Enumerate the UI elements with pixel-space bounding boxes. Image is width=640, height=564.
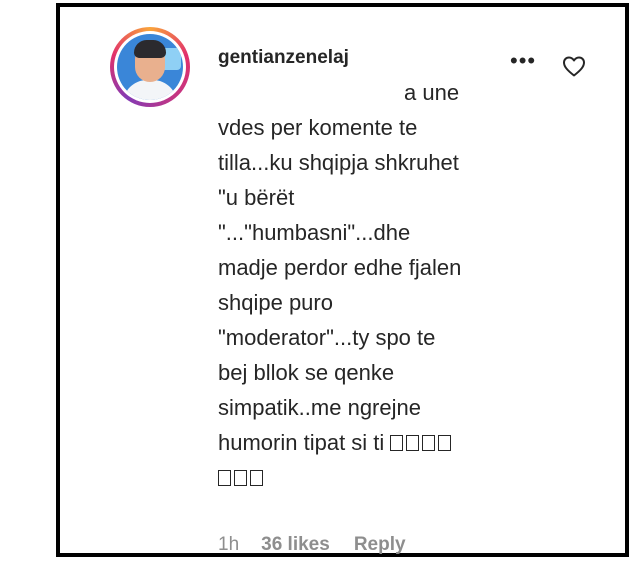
emoji-icon [406, 435, 420, 451]
comment-meta: 1h 36 likes Reply [218, 534, 406, 556]
emoji-icon [250, 470, 263, 486]
comment-line: vdes per komente te [218, 115, 418, 140]
like-count[interactable]: 36 likes [261, 534, 330, 556]
avatar-hair [134, 40, 166, 58]
comment-line: "moderator"...ty spo te [218, 325, 436, 350]
comment-line: bej bllok se qenke [218, 360, 395, 385]
comment-line: tilla...ku shqipja shkruhet [218, 150, 459, 175]
emoji-icon [438, 435, 452, 451]
avatar-ring-gap [114, 31, 186, 103]
comment-line: humorin tipat si ti [218, 430, 385, 455]
comment-username[interactable]: gentianzenelaj [218, 47, 349, 69]
comment-line: madje perdor edhe fjalen [218, 255, 462, 280]
comment-card: gentianzenelaj ••• a une vdes per komente… [56, 3, 629, 557]
avatar-photo [117, 34, 183, 100]
comment-line: "..."humbasni"...dhe [218, 220, 411, 245]
emoji-icon [422, 435, 436, 451]
more-options-icon[interactable]: ••• [510, 47, 536, 75]
emoji-icon [234, 470, 247, 486]
comment-line: simpatik..me ngrejne [218, 395, 421, 420]
comment-line: a une [404, 80, 460, 105]
comment-text: a une vdes per komente te tilla...ku shqip… [218, 75, 518, 495]
emoji-icon [218, 470, 231, 486]
avatar[interactable] [110, 27, 190, 107]
reply-button[interactable]: Reply [354, 534, 406, 556]
comment-line: "u bërët [218, 185, 295, 210]
emoji-icon [390, 435, 404, 451]
avatar-shirt [123, 80, 177, 100]
comment-line: shqipe puro [218, 290, 333, 315]
comment-timestamp[interactable]: 1h [218, 534, 239, 556]
heart-icon[interactable] [562, 55, 586, 77]
